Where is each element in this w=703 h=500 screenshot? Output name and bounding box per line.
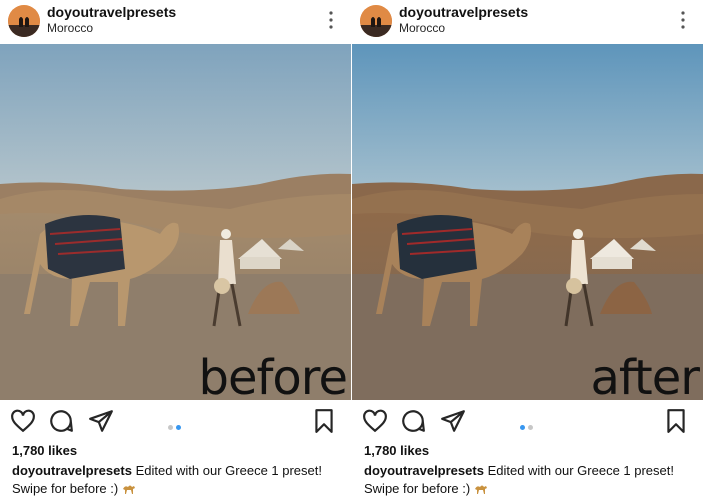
heart-icon[interactable]	[362, 408, 388, 434]
carousel-dot	[528, 425, 533, 430]
location[interactable]: Morocco	[47, 21, 93, 35]
bookmark-icon[interactable]	[663, 408, 689, 434]
comment-icon[interactable]	[400, 408, 426, 434]
caption: doyoutravelpresets Edited with our Greec…	[12, 462, 347, 498]
carousel-indicator	[520, 417, 536, 430]
action-bar	[352, 400, 703, 440]
camel-emoji	[474, 485, 487, 494]
action-bar	[0, 400, 351, 440]
likes-count[interactable]: 1,780 likes	[12, 443, 77, 458]
after-label: after	[590, 350, 700, 400]
caption-username[interactable]: doyoutravelpresets	[12, 463, 132, 478]
share-icon[interactable]	[88, 408, 114, 434]
camel-emoji	[122, 485, 135, 494]
likes-count[interactable]: 1,780 likes	[364, 443, 429, 458]
comment-icon[interactable]	[48, 408, 74, 434]
caption: doyoutravelpresets Edited with our Greec…	[364, 462, 699, 498]
location[interactable]: Morocco	[399, 21, 445, 35]
post-photo-after[interactable]: after	[352, 44, 703, 400]
caption-username[interactable]: doyoutravelpresets	[364, 463, 484, 478]
username[interactable]: doyoutravelpresets	[47, 4, 176, 20]
caption-text: Edited with our Greece 1 preset!	[487, 463, 674, 478]
caption-line2: Swipe for before :)	[12, 481, 119, 496]
carousel-dot-active	[520, 425, 525, 430]
carousel-dot	[168, 425, 173, 430]
post-before: doyoutravelpresets Morocco before 1,780 …	[0, 0, 351, 500]
more-options-icon[interactable]	[679, 10, 687, 30]
post-header: doyoutravelpresets Morocco	[352, 0, 703, 44]
username[interactable]: doyoutravelpresets	[399, 4, 528, 20]
avatar[interactable]	[8, 5, 40, 37]
caption-line2: Swipe for before :)	[364, 481, 471, 496]
carousel-indicator	[168, 417, 184, 430]
heart-icon[interactable]	[10, 408, 36, 434]
post-after: doyoutravelpresets Morocco after 1,780 l…	[352, 0, 703, 500]
avatar[interactable]	[360, 5, 392, 37]
post-photo-before[interactable]: before	[0, 44, 351, 400]
before-label: before	[198, 350, 348, 400]
post-header: doyoutravelpresets Morocco	[0, 0, 351, 44]
share-icon[interactable]	[440, 408, 466, 434]
bookmark-icon[interactable]	[311, 408, 337, 434]
caption-text: Edited with our Greece 1 preset!	[135, 463, 322, 478]
more-options-icon[interactable]	[327, 10, 335, 30]
carousel-dot-active	[176, 425, 181, 430]
